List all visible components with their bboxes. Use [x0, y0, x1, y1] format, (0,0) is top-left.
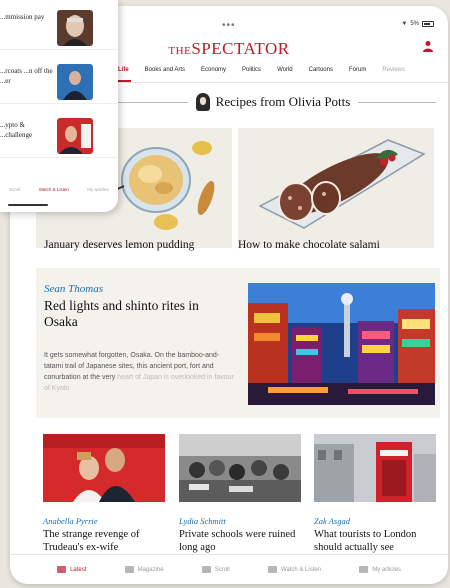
story-headline[interactable]: The strange revenge of Trudeau's ex-wife	[43, 528, 165, 554]
osaka-night-photo[interactable]	[248, 283, 435, 405]
bottom-tab-bar: Latest Magazine Scroll Watch & Listen My…	[10, 554, 448, 584]
story-author[interactable]: Zak Asgad	[314, 516, 436, 526]
section-nav: Life Books and Arts Economy Politics Wor…	[110, 64, 448, 82]
nav-item-cartoons[interactable]: Cartoons	[301, 64, 341, 82]
latest-icon	[57, 566, 67, 573]
status-bar: ▼ 5%	[401, 21, 434, 27]
panel-item-text: ...ypto & ...challenge	[0, 121, 33, 139]
story-card-london-tourists[interactable]: Zak Asgad What tourists to London should…	[314, 434, 436, 554]
recipes-section-title[interactable]: Recipes from Olivia Potts	[188, 93, 359, 111]
nav-item-forum[interactable]: Forum	[341, 64, 374, 82]
trudeau-photo	[43, 434, 165, 502]
tab-watch-listen[interactable]: Watch & Listen	[267, 566, 322, 573]
tab-label: Latest	[70, 566, 87, 573]
slide-over-panel[interactable]: ...mmission pay ...rcoats ...n off the .…	[0, 0, 118, 212]
nav-item-books-and-arts[interactable]: Books and Arts	[137, 64, 193, 82]
wifi-icon: ▼	[401, 21, 408, 27]
featured-excerpt: It gets somewhat forgotten, Osaka. On th…	[44, 350, 234, 394]
profile-icon[interactable]	[422, 40, 434, 52]
panel-tab-my-articles[interactable]: My articles	[87, 187, 109, 192]
nav-item-economy[interactable]: Economy	[193, 64, 234, 82]
nav-item-world[interactable]: World	[269, 64, 301, 82]
chocolate-salami-illustration	[238, 128, 434, 234]
panel-item-thumbnail	[57, 64, 93, 100]
header-rule-left	[110, 101, 188, 103]
panel-list-item[interactable]: ...ypto & ...challenge	[0, 108, 118, 158]
tab-magazine[interactable]: Magazine	[124, 566, 164, 573]
watch-listen-icon	[267, 566, 277, 573]
panel-list-item[interactable]: ...mmission pay	[0, 0, 118, 50]
featured-headline[interactable]: Red lights and shinto rites in Osaka	[44, 298, 230, 330]
london-phone-box-photo	[314, 434, 436, 502]
panel-item-text: ...rcoats ...n off the ...er	[0, 67, 53, 85]
story-card-trudeau[interactable]: Anabella Pyrrie The strange revenge of T…	[43, 434, 165, 554]
bookmark-icon	[359, 566, 369, 573]
nav-item-politics[interactable]: Politics	[234, 64, 269, 82]
tab-label: My articles	[372, 566, 401, 573]
multitask-handle[interactable]: •••	[222, 20, 236, 31]
story-headline[interactable]: What tourists to London should actually …	[314, 528, 436, 554]
recipe-title-lemon-pudding[interactable]: January deserves lemon pudding	[44, 239, 194, 251]
tab-label: Scroll	[214, 566, 230, 573]
panel-tab-scroll[interactable]: Scroll	[9, 187, 20, 192]
panel-tab-bar: Scroll Watch & Listen My articles	[0, 176, 118, 202]
header-rule-right	[358, 101, 436, 103]
magazine-icon	[124, 566, 134, 573]
story-author[interactable]: Lydia Schmitt	[179, 516, 301, 526]
recipes-section-header: Recipes from Olivia Potts	[110, 92, 436, 112]
story-headline[interactable]: Private schools were ruined long ago	[179, 528, 301, 554]
private-schools-photo	[179, 434, 301, 502]
panel-item-thumbnail	[57, 118, 93, 154]
battery-percent: 5%	[410, 21, 419, 27]
tab-latest[interactable]: Latest	[57, 566, 86, 573]
tab-label: Watch & Listen	[280, 566, 322, 573]
story-card-private-schools[interactable]: Lydia Schmitt Private schools were ruine…	[179, 434, 301, 554]
panel-item-text: ...mmission pay	[0, 13, 45, 21]
tab-scroll[interactable]: Scroll	[201, 566, 230, 573]
story-author[interactable]: Anabella Pyrrie	[43, 516, 165, 526]
nav-item-reviews[interactable]: Reviews	[374, 64, 413, 82]
battery-icon	[422, 21, 434, 27]
tab-my-articles[interactable]: My articles	[359, 566, 401, 573]
recipe-card-chocolate-salami[interactable]	[238, 128, 434, 248]
panel-list-item[interactable]: ...rcoats ...n off the ...er	[0, 54, 118, 104]
panel-tab-watch-listen[interactable]: Watch & Listen	[39, 187, 69, 192]
panel-home-indicator[interactable]	[8, 204, 48, 206]
tab-label: Magazine	[137, 566, 164, 573]
featured-author[interactable]: Sean Thomas	[44, 283, 103, 295]
scroll-icon	[201, 566, 211, 573]
panel-item-thumbnail	[57, 10, 93, 46]
recipe-title-chocolate-salami[interactable]: How to make chocolate salami	[238, 239, 380, 251]
author-portrait-icon	[195, 93, 210, 111]
